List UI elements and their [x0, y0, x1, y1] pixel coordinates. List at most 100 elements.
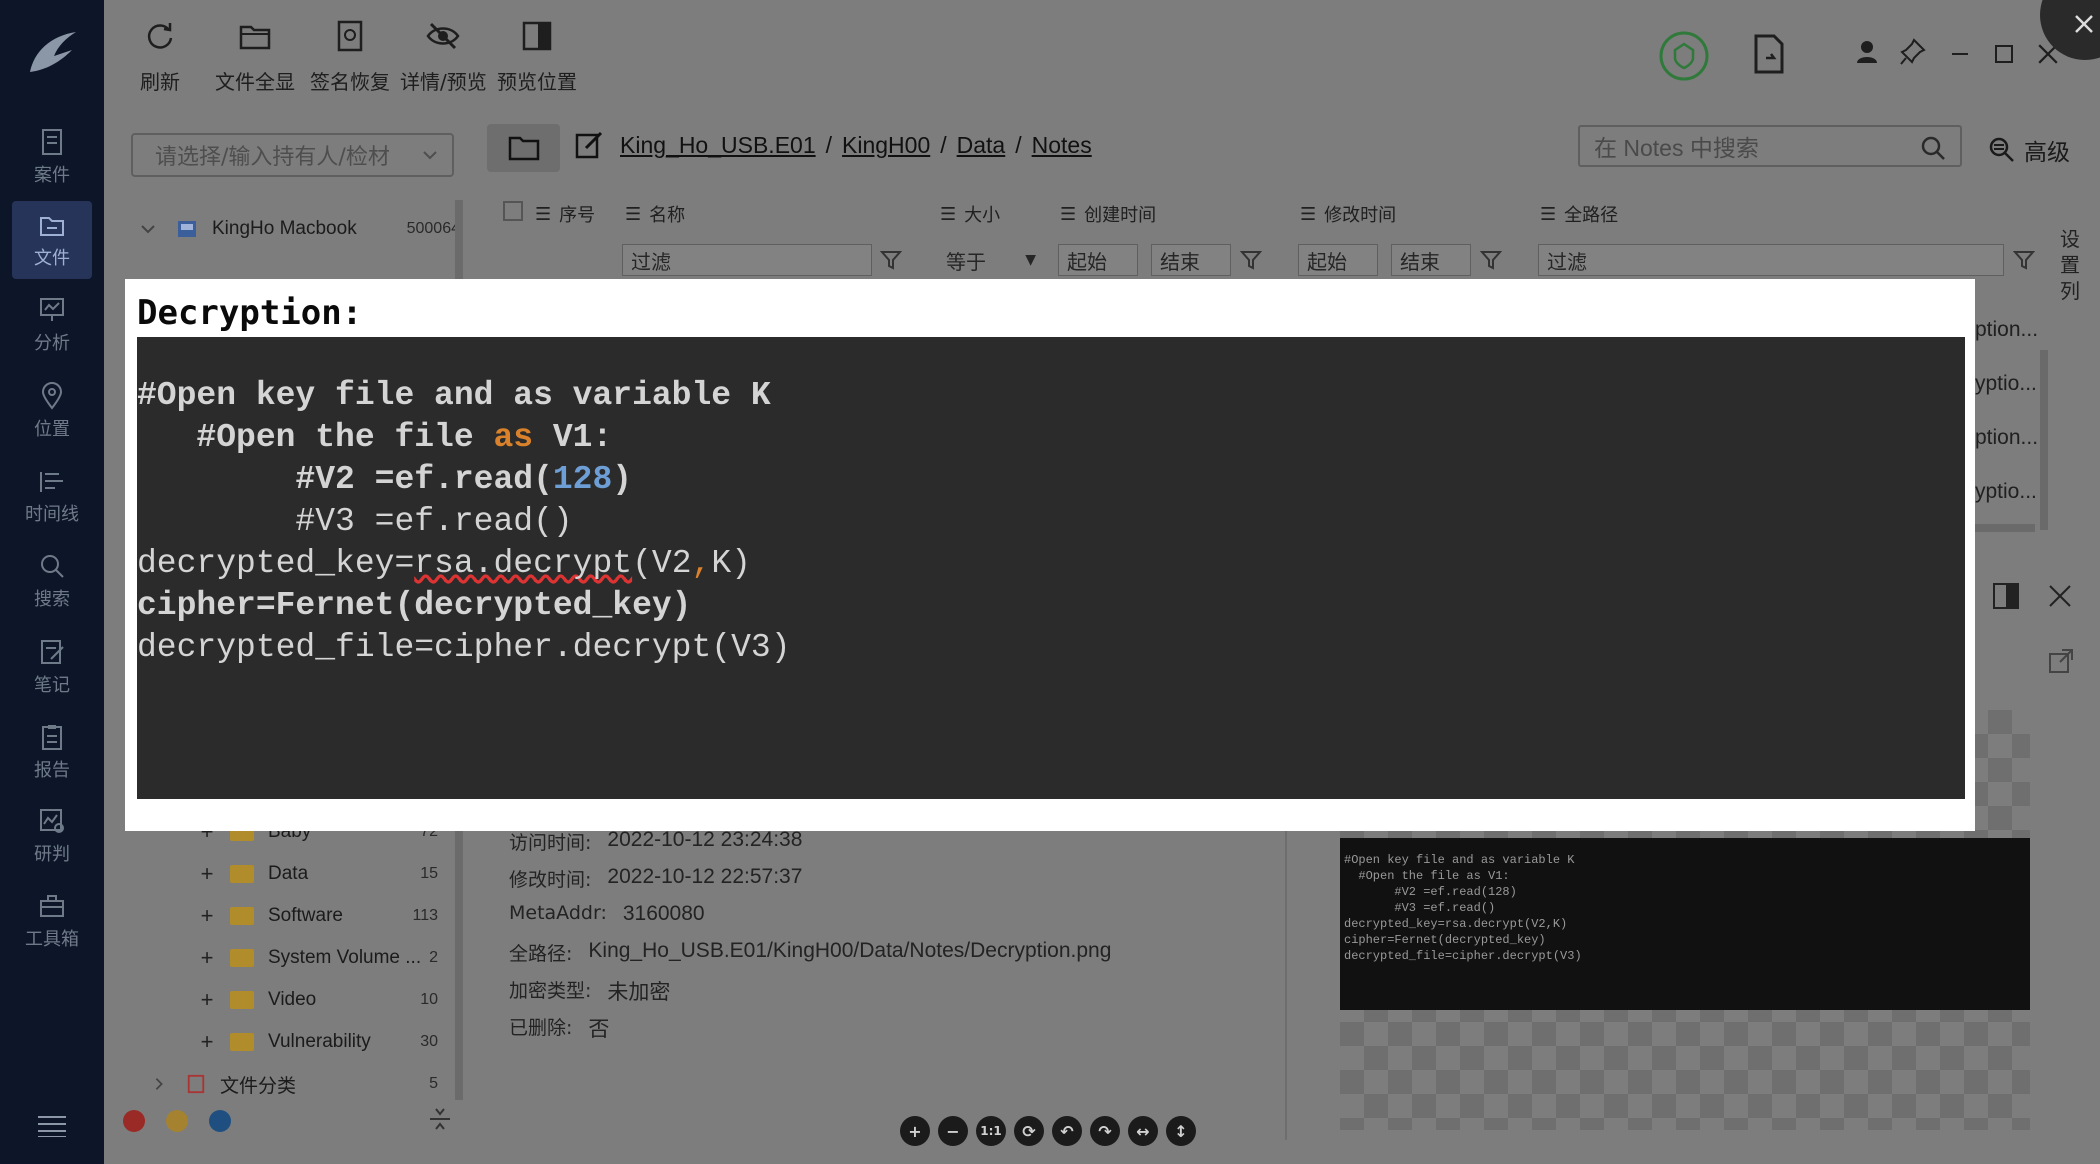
modified-end-input[interactable]: 结束 [1391, 244, 1471, 276]
nav-judge[interactable]: 研判 [12, 797, 92, 875]
code-line: #Open key file and as variable K [137, 377, 771, 414]
nav-notes[interactable]: 笔记 [12, 628, 92, 706]
actual-size-button[interactable]: 1:1 [976, 1116, 1006, 1146]
breadcrumb-item[interactable]: Notes [1032, 132, 1092, 159]
user-icon[interactable] [1856, 40, 1878, 64]
col-fullpath[interactable]: ☰ 全路径 [1540, 201, 1618, 227]
refresh-icon [147, 23, 173, 49]
chevron-down-icon [141, 225, 155, 234]
nav-files[interactable]: 文件 [12, 201, 92, 279]
code-line: decrypted_key=rsa.decrypt(V2,K) [137, 545, 751, 582]
toolbox-icon [40, 895, 64, 917]
chevron-right-icon [155, 1078, 163, 1090]
details-preview-button[interactable]: 详情/预览 [400, 18, 487, 95]
breadcrumb-item[interactable]: Data [957, 132, 1006, 159]
code-line: #V2 =ef.read(128) [137, 461, 633, 498]
status-dot-yellow[interactable] [166, 1110, 188, 1132]
col-name[interactable]: ☰ 名称 [625, 201, 685, 227]
maximize-button[interactable] [1988, 38, 2020, 70]
owner-select-placeholder: 请选择/输入持有人/检材 [155, 145, 390, 170]
tree-folder[interactable]: + Software 113 [196, 897, 438, 935]
table-row[interactable]: ption... [1975, 426, 2038, 450]
flip-horizontal-button[interactable]: ↔ [1128, 1116, 1158, 1146]
shield-check-icon[interactable] [1658, 30, 1710, 82]
panel-right-icon[interactable] [1992, 582, 2020, 610]
detail-encryption: 加密类型: 未加密 [509, 980, 671, 1004]
size-operator-select[interactable]: 等于 ▼ [938, 244, 1040, 276]
table-row[interactable]: yptio... [1975, 480, 2037, 504]
tree-folder[interactable]: + Data 15 [196, 855, 438, 893]
advanced-search-button[interactable]: 高级 [1988, 133, 2070, 167]
tree-root-count: 500064 [406, 220, 460, 237]
tree-folder-count: 30 [420, 1033, 438, 1050]
nav-report[interactable]: 报告 [12, 713, 92, 791]
filter-icon[interactable] [1480, 249, 1502, 271]
modified-start-input[interactable]: 起始 [1298, 244, 1378, 276]
filter-icon[interactable] [1240, 249, 1262, 271]
breadcrumb-item[interactable]: KingH00 [842, 132, 930, 159]
col-index[interactable]: ☰ 序号 [535, 201, 595, 227]
menu-icon[interactable] [38, 1115, 66, 1137]
detail-deleted: 已删除: 否 [509, 1017, 610, 1041]
preview-position-button[interactable]: 预览位置 [497, 18, 577, 95]
preview-position-label: 预览位置 [497, 70, 577, 94]
nav-analysis-label: 分析 [34, 333, 70, 354]
tree-folder-label: Vulnerability [268, 1031, 371, 1052]
select-all-checkbox[interactable] [503, 201, 523, 221]
rotate-right-button[interactable]: ↷ [1090, 1116, 1120, 1146]
nav-search[interactable]: 搜索 [12, 542, 92, 620]
reset-button[interactable]: ⟳ [1014, 1116, 1044, 1146]
table-row[interactable]: ption... [1975, 318, 2038, 342]
name-filter-input[interactable]: 过滤 [622, 244, 872, 276]
search-icon [1921, 136, 1945, 160]
minimize-button[interactable] [1944, 38, 1976, 70]
tree-category[interactable]: 文件分类 5 [152, 1065, 438, 1103]
detail-meta-addr: MetaAddr: 3160080 [509, 902, 705, 925]
nav-timeline[interactable]: 时间线 [12, 457, 92, 535]
created-start-input[interactable]: 起始 [1058, 244, 1138, 276]
filter-icon[interactable] [880, 249, 902, 271]
export-file-icon[interactable] [1752, 34, 1786, 74]
nav-toolbox-label: 工具箱 [25, 929, 79, 950]
status-dot-red[interactable] [123, 1110, 145, 1132]
tree-folder[interactable]: + Video 10 [196, 981, 438, 1019]
close-preview-icon[interactable] [2048, 584, 2072, 608]
col-created[interactable]: ☰ 创建时间 [1060, 201, 1156, 227]
col-modified[interactable]: ☰ 修改时间 [1300, 201, 1396, 227]
flip-vertical-button[interactable]: ↕ [1166, 1116, 1196, 1146]
sig-recovery-button[interactable]: 签名恢复 [310, 18, 390, 95]
file-overview-label: 文件全显 [215, 70, 295, 94]
table-row[interactable]: yptio... [1975, 372, 2037, 396]
search-input[interactable]: 在 Notes 中搜索 [1578, 125, 1962, 167]
folder-nav-button[interactable] [487, 124, 560, 172]
refresh-button[interactable]: 刷新 [140, 18, 180, 95]
open-external-icon[interactable] [2048, 648, 2074, 674]
nav-toolbox[interactable]: 工具箱 [12, 882, 92, 960]
nav-analysis[interactable]: 分析 [12, 286, 92, 364]
collapse-icon[interactable] [428, 1105, 452, 1133]
zoom-out-button[interactable]: − [938, 1116, 968, 1146]
filter-icon[interactable] [2013, 249, 2035, 271]
rotate-left-button[interactable]: ↶ [1052, 1116, 1082, 1146]
created-end-input[interactable]: 结束 [1151, 244, 1231, 276]
zoom-in-button[interactable]: + [900, 1116, 930, 1146]
breadcrumb-item[interactable]: King_Ho_USB.E01 [620, 132, 816, 159]
tree-root[interactable]: KingHo Macbook 500064 [140, 210, 460, 248]
advanced-search-icon [1989, 137, 2014, 162]
path-filter-input[interactable]: 过滤 [1538, 244, 2004, 276]
timeline-icon [40, 472, 63, 492]
research-icon [40, 809, 64, 833]
nav-cases[interactable]: 案件 [12, 118, 92, 196]
column-settings[interactable]: 设置列 [2060, 226, 2082, 304]
status-dot-blue[interactable] [209, 1110, 231, 1132]
nav-location[interactable]: 位置 [12, 372, 92, 450]
tree-folder[interactable]: + System Volume ... 2 [196, 939, 438, 977]
edit-path-icon[interactable] [574, 130, 604, 160]
pin-icon[interactable] [1900, 38, 1926, 66]
file-overview-button[interactable]: 文件全显 [215, 18, 295, 95]
table-hscrollbar[interactable] [1975, 524, 2035, 532]
owner-select[interactable]: 请选择/输入持有人/检材 [131, 133, 454, 177]
table-scrollbar[interactable] [2040, 350, 2048, 530]
tree-folder[interactable]: + Vulnerability 30 [196, 1023, 438, 1061]
col-size[interactable]: ☰ 大小 [940, 201, 1000, 227]
